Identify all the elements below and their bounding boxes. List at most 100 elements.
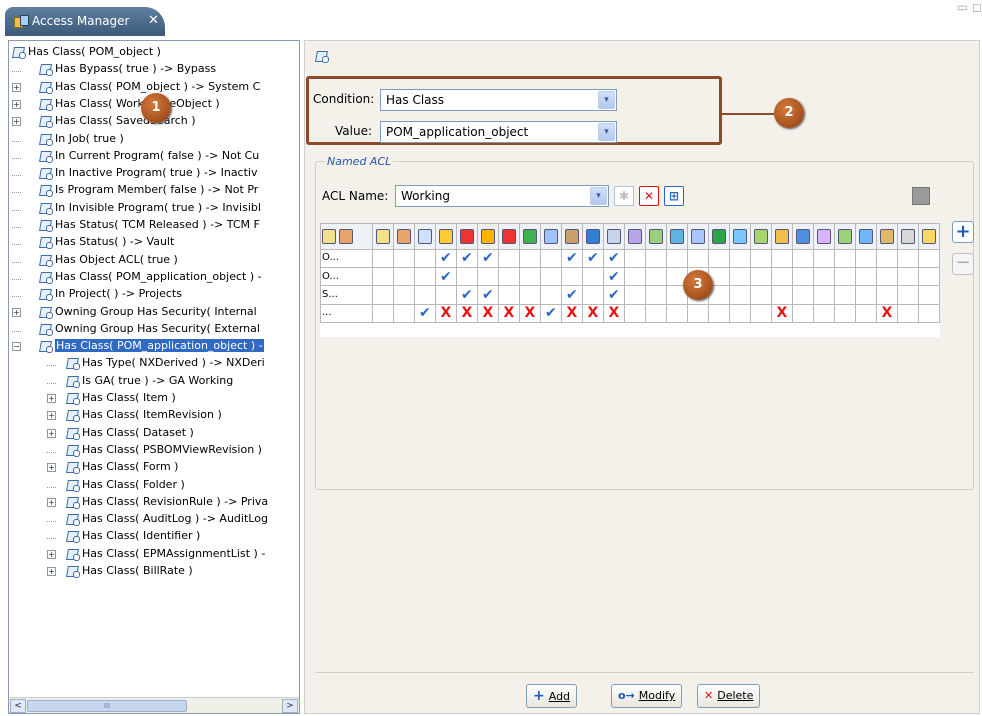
privilege-cell[interactable] — [518, 266, 541, 287]
expand-icon[interactable]: + — [47, 549, 56, 559]
tree-node[interactable]: Has Class( POM_application_object ) - — [12, 268, 262, 285]
privilege-cell[interactable]: X — [602, 303, 625, 324]
privilege-column-header[interactable] — [434, 223, 457, 250]
horizontal-scrollbar[interactable]: < III > — [9, 697, 299, 713]
tree-node[interactable]: In Project( ) -> Projects — [12, 285, 182, 302]
privilege-cell[interactable]: X — [518, 303, 541, 324]
privilege-cell[interactable] — [875, 248, 898, 268]
privilege-cell[interactable] — [749, 266, 772, 287]
privilege-cell[interactable] — [833, 248, 856, 268]
privilege-cell[interactable] — [749, 303, 772, 324]
privilege-cell[interactable] — [833, 285, 856, 305]
privilege-cell[interactable]: X — [581, 303, 604, 324]
accessor-cell[interactable]: ... — [320, 303, 373, 324]
chevron-down-icon[interactable]: ▾ — [590, 187, 607, 205]
privilege-cell[interactable]: ✔ — [434, 266, 457, 287]
accessor-cell[interactable]: S... — [320, 285, 373, 305]
privilege-cell[interactable] — [875, 285, 898, 305]
privilege-cell[interactable] — [371, 285, 394, 305]
privilege-cell[interactable] — [749, 248, 772, 268]
add-row-button[interactable]: + — [952, 221, 974, 243]
privilege-cell[interactable] — [539, 285, 562, 305]
privilege-cell[interactable] — [896, 303, 919, 324]
value-combo[interactable]: POM_application_object ▾ — [380, 121, 617, 143]
privilege-cell[interactable] — [560, 266, 583, 287]
acl-grid-row[interactable]: O... ✔ ✔ — [320, 266, 941, 287]
tree-node[interactable]: Has Class( Identifier ) — [47, 527, 200, 544]
tree-node[interactable]: Has Class( POM_object ) — [12, 43, 161, 60]
privilege-column-header[interactable] — [455, 223, 478, 250]
privilege-cell[interactable] — [854, 303, 877, 324]
privilege-cell[interactable] — [644, 303, 667, 324]
privilege-cell[interactable] — [875, 266, 898, 287]
privilege-column-header[interactable] — [518, 223, 541, 250]
privilege-cell[interactable] — [791, 248, 814, 268]
privilege-cell[interactable] — [854, 248, 877, 268]
privilege-column-header[interactable] — [749, 223, 772, 250]
privilege-cell[interactable] — [497, 266, 520, 287]
window-controls[interactable]: ▭ ◻ — [942, 0, 982, 20]
privilege-cell[interactable] — [728, 303, 751, 324]
privilege-cell[interactable] — [791, 266, 814, 287]
tree-node[interactable]: Has Object ACL( true ) — [12, 251, 178, 268]
scroll-right-button[interactable]: > — [282, 699, 298, 713]
privilege-cell[interactable]: ✔ — [455, 285, 478, 305]
tree-node[interactable]: Has Class( PSBOMViewRevision ) — [47, 441, 262, 458]
privilege-cell[interactable] — [644, 285, 667, 305]
tree-node[interactable]: Has Class( Folder ) — [47, 476, 185, 493]
expand-icon[interactable]: + — [47, 428, 56, 438]
tree-node[interactable]: + Owning Group Has Security( Internal — [12, 303, 257, 320]
privilege-cell[interactable] — [371, 266, 394, 287]
privilege-cell[interactable]: ✔ — [413, 303, 436, 324]
privilege-column-header[interactable] — [665, 223, 688, 250]
add-acl-button[interactable]: ⊞ — [664, 186, 684, 206]
privilege-cell[interactable]: ✔ — [602, 285, 625, 305]
chevron-down-icon[interactable]: ▾ — [598, 123, 615, 141]
tree-node[interactable]: + Has Class( POM_object ) -> System C — [12, 78, 260, 95]
privilege-cell[interactable] — [749, 285, 772, 305]
rule-tree[interactable]: Has Class( POM_object ) Has Bypass( true … — [9, 41, 299, 699]
new-acl-icon[interactable]: ✱ — [614, 186, 634, 206]
privilege-cell[interactable] — [728, 266, 751, 287]
privilege-cell[interactable]: ✔ — [539, 303, 562, 324]
privilege-cell[interactable] — [518, 285, 541, 305]
privilege-cell[interactable] — [854, 285, 877, 305]
privilege-cell[interactable] — [623, 266, 646, 287]
privilege-cell[interactable] — [392, 303, 415, 324]
privilege-cell[interactable] — [896, 266, 919, 287]
privilege-cell[interactable] — [497, 248, 520, 268]
privilege-column-header[interactable] — [707, 223, 730, 250]
tree-node[interactable]: In Inactive Program( true ) -> Inactiv — [12, 164, 258, 181]
privilege-column-header[interactable] — [686, 223, 709, 250]
privilege-cell[interactable] — [917, 248, 941, 268]
expand-icon[interactable]: + — [12, 117, 21, 127]
privilege-cell[interactable]: X — [497, 303, 520, 324]
acl-grid-row[interactable]: S... ✔ ✔ ✔ ✔ — [320, 285, 941, 305]
acl-grid[interactable]: O... ✔ ✔ ✔ ✔ ✔ ✔ O... ✔ ✔ S... ✔ ✔ ✔ ✔... ✔ X X X X X ✔ X X X X X — [320, 223, 941, 337]
privilege-column-header[interactable] — [896, 223, 919, 250]
privilege-column-header[interactable] — [392, 223, 415, 250]
privilege-column-header[interactable] — [833, 223, 856, 250]
privilege-cell[interactable] — [812, 285, 835, 305]
privilege-column-header[interactable] — [602, 223, 625, 250]
privilege-cell[interactable] — [455, 266, 478, 287]
privilege-cell[interactable]: ✔ — [560, 248, 583, 268]
privilege-column-header[interactable] — [728, 223, 751, 250]
privilege-cell[interactable]: ✔ — [476, 285, 499, 305]
scroll-left-button[interactable]: < — [10, 699, 26, 713]
tree-node[interactable]: Has Class( AuditLog ) -> AuditLog — [47, 510, 268, 527]
close-icon[interactable]: ✕ — [148, 13, 159, 28]
privilege-cell[interactable] — [539, 266, 562, 287]
tab-access-manager[interactable]: Access Manager ✕ — [5, 7, 165, 36]
privilege-cell[interactable] — [434, 285, 457, 305]
privilege-cell[interactable] — [644, 248, 667, 268]
privilege-column-header[interactable] — [812, 223, 835, 250]
expand-icon[interactable]: + — [47, 497, 56, 507]
privilege-cell[interactable] — [392, 248, 415, 268]
privilege-cell[interactable] — [791, 285, 814, 305]
tree-node[interactable]: + Has Class( BillRate ) — [47, 562, 193, 579]
privilege-cell[interactable] — [413, 266, 436, 287]
privilege-column-header[interactable] — [854, 223, 877, 250]
tree-node[interactable]: Has Status( TCM Released ) -> TCM F — [12, 216, 260, 233]
tree-node[interactable]: In Invisible Program( true ) -> Invisibl — [12, 199, 261, 216]
